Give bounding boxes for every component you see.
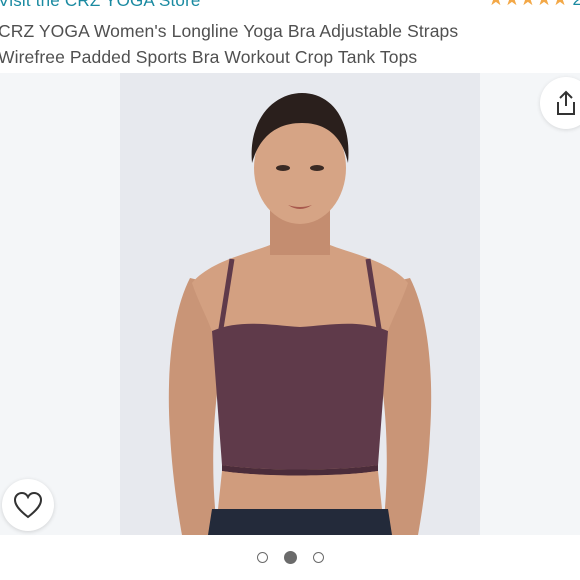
model-illustration [120,73,480,535]
star-rating-icon: ★★★★★ [487,0,568,10]
share-button[interactable] [540,77,580,129]
longline-bra [212,323,388,470]
product-page: Visit the CRZ YOGA Store ★★★★★ 2 CRZ YOG… [0,0,580,580]
heart-icon [13,491,43,519]
carousel-indicator [0,551,580,564]
carousel-dot-2-active[interactable] [283,551,297,564]
store-link[interactable]: Visit the CRZ YOGA Store [0,0,201,11]
wishlist-button[interactable] [2,479,54,531]
product-photo[interactable] [120,73,480,535]
rating-summary[interactable]: ★★★★★ 2 [487,0,580,10]
share-icon [557,90,575,115]
product-image-gallery[interactable] [0,73,580,535]
product-title: CRZ YOGA Women's Longline Yoga Bra Adjus… [0,18,580,70]
rating-count[interactable]: 2 [573,0,580,10]
product-title-line-2: Wirefree Padded Sports Bra Workout Crop … [0,47,418,67]
product-title-line-1: CRZ YOGA Women's Longline Yoga Bra Adjus… [0,21,459,41]
carousel-dot-3[interactable] [312,552,324,563]
carousel-dot-1[interactable] [256,552,268,563]
